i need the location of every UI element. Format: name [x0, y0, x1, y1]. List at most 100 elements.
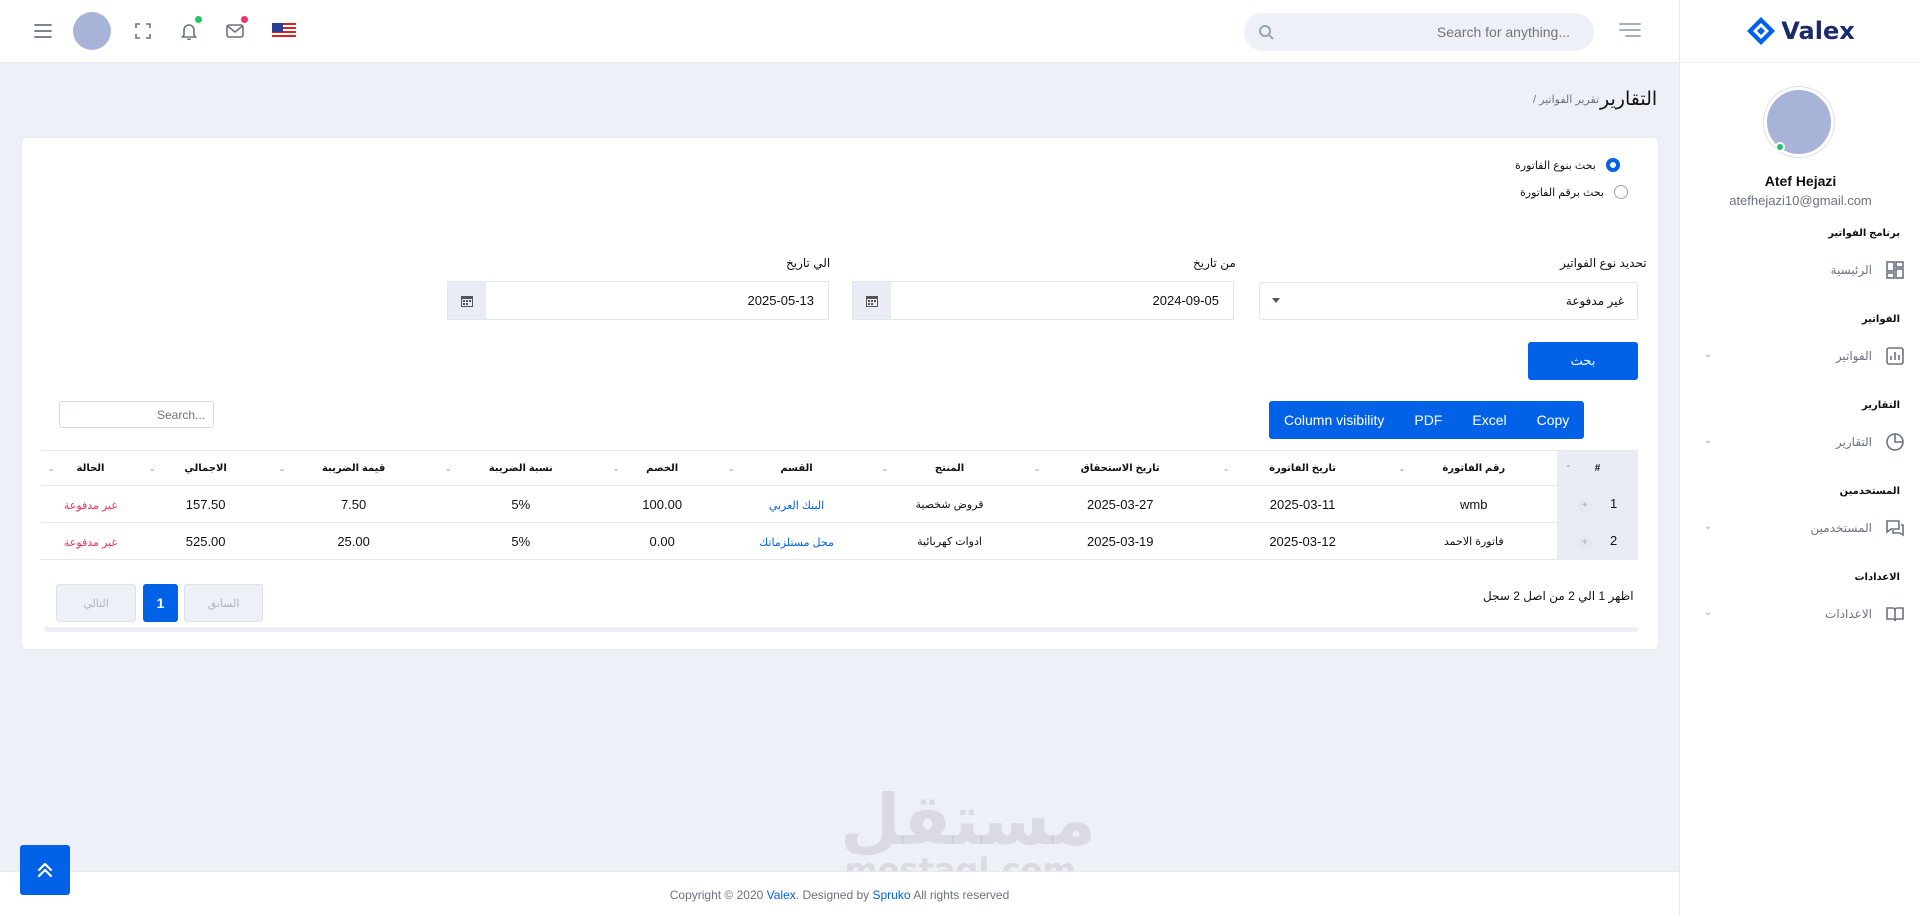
- brand-logo[interactable]: Valex: [1680, 0, 1920, 63]
- col-discount[interactable]: ⌄ الخصم: [604, 450, 720, 486]
- export-button-group: Column visibility PDF Excel Copy: [1269, 401, 1585, 439]
- search-icon: [1258, 24, 1274, 43]
- cell-product: ادوات كهربائية: [873, 522, 1026, 560]
- section-title-users: المستخدمين: [1839, 486, 1900, 497]
- global-search[interactable]: [1244, 13, 1594, 51]
- invoice-type-select[interactable]: غير مدفوعة: [1259, 282, 1638, 320]
- chevron-down-icon: ⌄: [1704, 521, 1713, 532]
- col-invoice-number[interactable]: ⌄ رقم الفاتورة: [1390, 450, 1558, 486]
- from-date-field[interactable]: [852, 281, 1234, 320]
- table-search-input[interactable]: [59, 401, 214, 428]
- back-to-top-button[interactable]: [20, 845, 70, 895]
- header-avatar[interactable]: [73, 12, 111, 50]
- invoices-table: ⌄ الحالة ⌄ الاجمالي ⌄ قيمة الضريبة ⌄ نسبة ال…: [40, 450, 1638, 560]
- footer: Copyright © 2020 Valex. Designed by Spru…: [0, 871, 1679, 916]
- section-title-reports: التقارير: [1862, 400, 1900, 411]
- chat-icon: [1886, 520, 1904, 537]
- copy-button[interactable]: Copy: [1522, 401, 1585, 439]
- col-status[interactable]: ⌄ الحالة: [40, 450, 141, 486]
- cell-total: 525.00: [141, 522, 271, 560]
- footer-designer-link[interactable]: Spruko: [873, 888, 911, 902]
- excel-button[interactable]: Excel: [1457, 401, 1521, 439]
- profile-name: Atef Hejazi: [1764, 173, 1837, 189]
- section-title-settings: الاعدادات: [1854, 572, 1900, 583]
- from-date-input[interactable]: [891, 282, 1233, 319]
- pie-chart-icon: [1886, 433, 1904, 451]
- watermark: مستقل mostaql.com: [840, 779, 1097, 889]
- column-visibility-button[interactable]: Column visibility: [1269, 401, 1399, 439]
- section-link[interactable]: البنك العربي: [769, 500, 824, 512]
- search-button[interactable]: بحث: [1528, 342, 1638, 380]
- footer-brand-link[interactable]: Valex: [767, 888, 796, 902]
- col-total[interactable]: ⌄ الاجمالي: [141, 450, 271, 486]
- radio-label: بحث بنوع الفاتورة: [1515, 159, 1596, 172]
- to-date-input[interactable]: [486, 282, 828, 319]
- report-card: [21, 137, 1659, 650]
- table-row: غير مدفوعة 157.50 7.50 5% 100.00 البنك ا…: [40, 485, 1638, 523]
- sidebar-item-home[interactable]: الرئيسية: [1704, 256, 1904, 284]
- breadcrumb[interactable]: / تقرير الفواتير: [1533, 93, 1599, 106]
- top-header: [0, 0, 1679, 63]
- col-due-date[interactable]: ⌄ تاريخ الاستحقاق: [1025, 450, 1215, 486]
- expand-icon[interactable]: +: [1577, 535, 1592, 550]
- col-section[interactable]: ⌄ القسم: [719, 450, 874, 486]
- page-1-button[interactable]: 1: [143, 584, 178, 622]
- us-flag-icon[interactable]: [272, 23, 296, 39]
- notification-dot: [195, 16, 202, 23]
- section-link[interactable]: محل مستلزماتك: [759, 537, 834, 549]
- align-menu-icon[interactable]: [1619, 22, 1641, 41]
- radio-checked[interactable]: [1605, 158, 1620, 172]
- next-page-button[interactable]: التالي: [56, 584, 136, 622]
- pdf-button[interactable]: PDF: [1399, 401, 1457, 439]
- radio-search-by-type[interactable]: بحث بنوع الفاتورة: [1515, 158, 1620, 172]
- cell-number: + 2: [1557, 522, 1638, 560]
- calendar-icon[interactable]: [853, 282, 891, 319]
- cell-discount: 100.00: [604, 485, 720, 523]
- table-info: اظهر 1 الي 2 من اصل 2 سجل: [1483, 589, 1634, 603]
- double-chevron-up-icon: [37, 862, 53, 878]
- sidebar-item-users[interactable]: ⌄ المستخدمين: [1704, 514, 1904, 542]
- cell-tax-rate: 5%: [436, 485, 605, 523]
- dropdown-caret-icon: [1272, 298, 1280, 303]
- cell-due-date: 2025-03-19: [1025, 522, 1215, 560]
- col-tax-value[interactable]: ⌄ قيمة الضريبة: [270, 450, 437, 486]
- mail-icon[interactable]: [222, 16, 248, 44]
- sidebar-item-label: الفواتير: [1835, 349, 1872, 363]
- status-badge: غير مدفوعة: [63, 536, 118, 549]
- fullscreen-icon[interactable]: [130, 18, 156, 44]
- sidebar-item-label: المستخدمين: [1810, 521, 1872, 535]
- horizontal-scrollbar[interactable]: [44, 627, 1638, 632]
- sort-icon: ⌄: [1033, 464, 1041, 473]
- cell-number: + 1: [1557, 485, 1638, 523]
- search-input[interactable]: [1244, 13, 1594, 51]
- cell-product: قروض شخصية: [873, 485, 1026, 523]
- notification-bell-icon[interactable]: [176, 16, 202, 44]
- previous-page-button[interactable]: السابق: [184, 584, 263, 622]
- sort-icon: ⌄: [48, 464, 55, 473]
- cell-invoice-date: 2025-03-12: [1214, 522, 1391, 560]
- col-tax-rate[interactable]: ⌄ نسبة الضريبة: [436, 450, 605, 486]
- invoice-type-label: تحديد نوع الفواتير: [1560, 256, 1647, 270]
- cell-tax-value: 7.50: [270, 485, 437, 523]
- profile-avatar[interactable]: [1764, 87, 1834, 157]
- sidebar-item-invoices[interactable]: ⌄ الفواتير: [1704, 342, 1904, 370]
- chevron-down-icon: ⌄: [1704, 349, 1713, 360]
- to-date-label: الي تاريخ: [786, 256, 831, 270]
- sidebar-item-settings[interactable]: ⌄ الاعدادات: [1704, 600, 1904, 628]
- sidebar-item-reports[interactable]: ⌄ التقارير: [1704, 428, 1904, 456]
- expand-icon[interactable]: +: [1577, 498, 1592, 513]
- cell-tax-value: 25.00: [270, 522, 437, 560]
- col-number[interactable]: ⌃ #: [1557, 450, 1638, 486]
- radio-search-by-number[interactable]: بحث برقم الفاتورة: [1520, 185, 1628, 199]
- to-date-field[interactable]: [447, 281, 829, 320]
- table-header-row: ⌄ الحالة ⌄ الاجمالي ⌄ قيمة الضريبة ⌄ نسبة ال…: [40, 450, 1638, 486]
- calendar-icon[interactable]: [448, 282, 486, 319]
- radio-unchecked[interactable]: [1613, 185, 1628, 199]
- col-product[interactable]: ⌄ المنتج: [873, 450, 1026, 486]
- hamburger-menu-icon[interactable]: [30, 18, 56, 44]
- section-title-app: برنامج الفواتير: [1828, 228, 1900, 239]
- sort-icon: ⌄: [444, 464, 452, 473]
- cell-discount: 0.00: [604, 522, 720, 560]
- cell-total: 157.50: [141, 485, 271, 523]
- col-invoice-date[interactable]: ⌄ تاريخ الفاتورة: [1214, 450, 1391, 486]
